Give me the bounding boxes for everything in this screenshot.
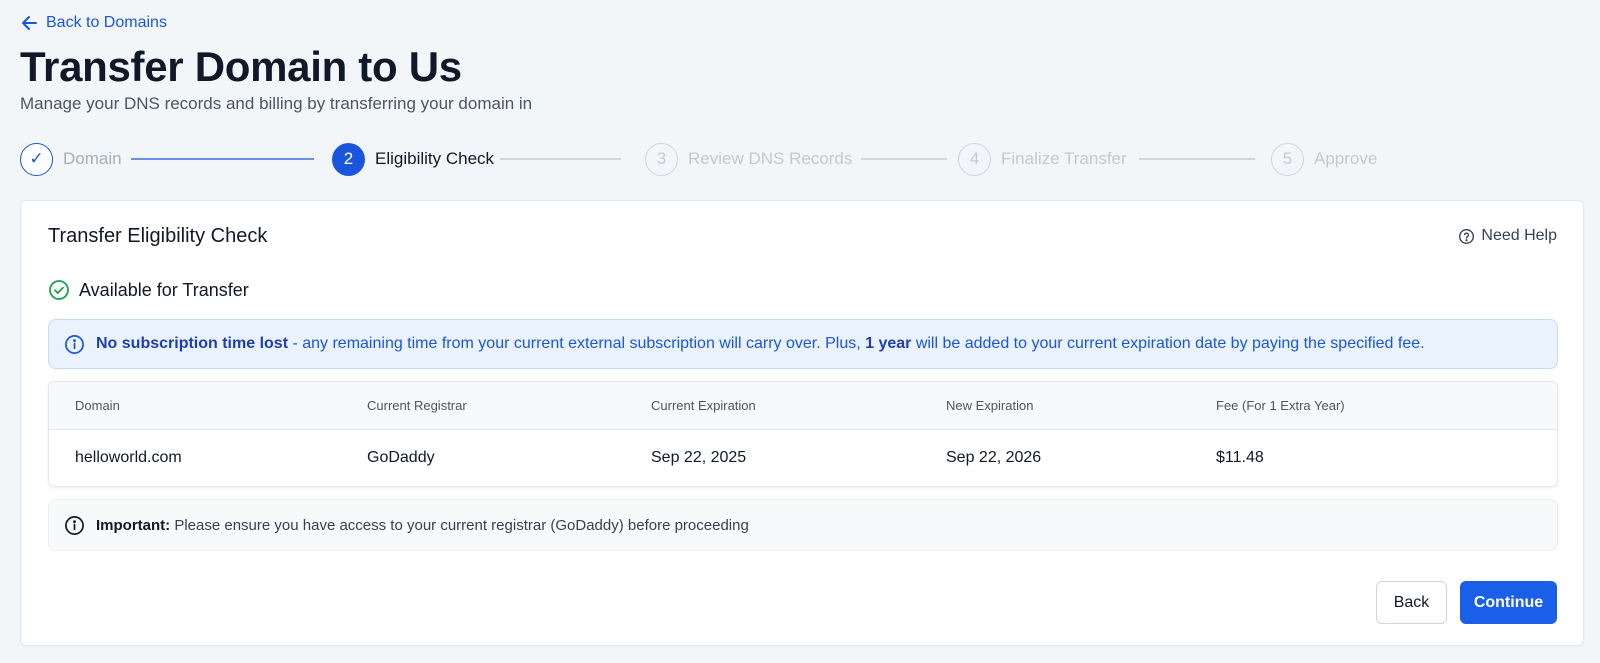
step-approve: 5 Approve [1271, 142, 1377, 176]
step-number: 2 [332, 142, 365, 176]
important-notice: Important: Please ensure you have access… [48, 499, 1558, 551]
step-label: Finalize Transfer [1001, 149, 1127, 168]
back-to-domains-link[interactable]: Back to Domains [20, 13, 167, 33]
step-label: Eligibility Check [375, 149, 495, 168]
info-text: No subscription time lost - any remainin… [96, 335, 1425, 353]
step-domain[interactable]: ✓ Domain [20, 142, 122, 176]
need-help-label[interactable]: Need Help [1481, 227, 1557, 245]
arrow-left-icon [22, 16, 37, 30]
need-help-link[interactable]: Need Help [1458, 227, 1557, 245]
step-connector [1139, 158, 1255, 160]
check-circle-icon [49, 280, 69, 300]
important-bold: Important: [96, 516, 171, 534]
info-text-2: will be added to your current expiration… [911, 335, 1425, 352]
table-header: Domain Current Registrar Current Expirat… [49, 382, 1557, 430]
step-number: 3 [645, 142, 678, 176]
info-text-1: - any remaining time from your current e… [288, 335, 866, 352]
availability-status: Available for Transfer [48, 279, 249, 301]
important-message: Please ensure you have access to your cu… [170, 516, 749, 534]
cell-new-expiration: Sep 22, 2026 [946, 449, 1042, 466]
step-check-icon: ✓ [20, 142, 53, 176]
cell-current-registrar: GoDaddy [367, 449, 435, 466]
availability-label: Available for Transfer [79, 279, 249, 300]
card-title: Transfer Eligibility Check [48, 225, 268, 247]
column-header-current-registrar: Current Registrar [367, 398, 467, 413]
step-review-dns-records: 3 Review DNS Records [645, 142, 852, 176]
page-subtitle: Manage your DNS records and billing by t… [20, 94, 533, 113]
important-text: Important: Please ensure you have access… [96, 517, 749, 534]
step-eligibility-check[interactable]: 2 Eligibility Check [332, 142, 494, 176]
back-button[interactable]: Back [1376, 581, 1447, 624]
info-bold-2: 1 year [865, 335, 912, 352]
info-icon [65, 334, 84, 354]
step-label: Domain [63, 149, 122, 168]
step-connector [500, 158, 621, 160]
step-number: 5 [1271, 142, 1304, 176]
cell-current-expiration: Sep 22, 2025 [651, 449, 747, 466]
info-icon [65, 515, 84, 535]
transfer-table: Domain Current Registrar Current Expirat… [48, 381, 1558, 487]
step-number: 4 [958, 142, 991, 176]
cell-fee: $11.48 [1216, 449, 1264, 466]
table-row: helloworld.com GoDaddy Sep 22, 2025 Sep … [49, 430, 1557, 486]
column-header-fee: Fee (For 1 Extra Year) [1216, 398, 1345, 413]
eligibility-card: Transfer Eligibility Check Need Help Ava… [20, 200, 1584, 646]
step-label: Approve [1314, 149, 1378, 168]
step-label: Review DNS Records [688, 149, 853, 168]
page-title: Transfer Domain to Us [20, 43, 462, 90]
column-header-current-expiration: Current Expiration [651, 398, 756, 413]
help-circle-icon [1459, 228, 1475, 244]
subscription-info-banner: No subscription time lost - any remainin… [48, 319, 1558, 369]
transfer-stepper: ✓ Domain 2 Eligibility Check 3 Review DN… [20, 142, 1400, 176]
column-header-domain: Domain [75, 398, 120, 413]
column-header-new-expiration: New Expiration [946, 398, 1034, 413]
step-connector [131, 158, 314, 160]
back-link-label[interactable]: Back to Domains [46, 14, 167, 32]
info-bold-1: No subscription time lost [96, 335, 289, 352]
cell-domain: helloworld.com [75, 449, 182, 466]
step-finalize-transfer: 4 Finalize Transfer [958, 142, 1127, 176]
continue-button[interactable]: Continue [1460, 581, 1557, 624]
step-connector [861, 158, 947, 160]
